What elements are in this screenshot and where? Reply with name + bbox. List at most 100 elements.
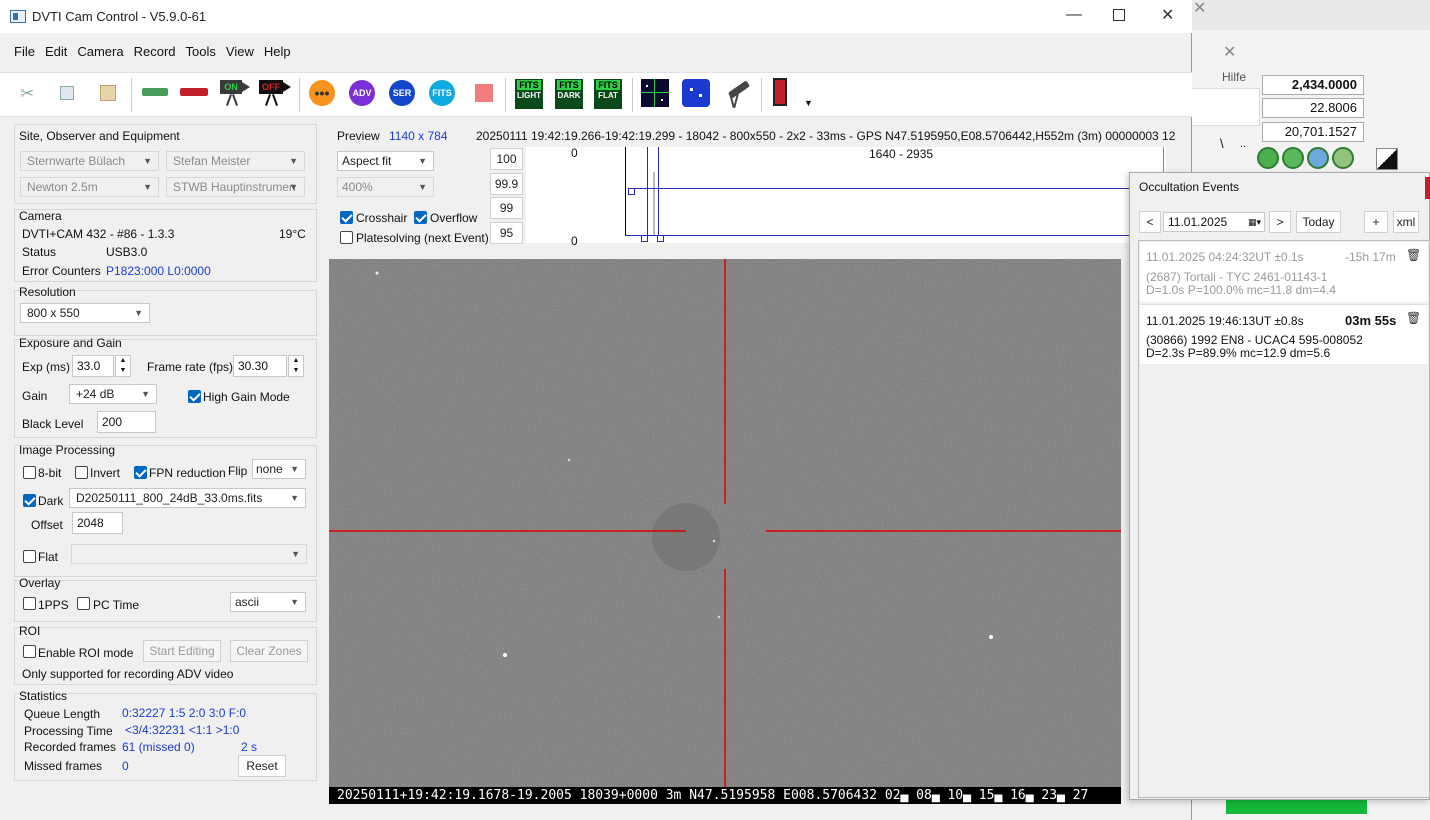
menu-tools[interactable]: Tools (186, 44, 216, 59)
next-date-button[interactable]: > (1269, 211, 1291, 233)
instrument-select[interactable]: STWB Hauptinstrumen ▼ (166, 177, 305, 197)
flip-select[interactable]: none ▼ (252, 459, 306, 479)
instrument-value: STWB Hauptinstrumen (173, 180, 296, 194)
clear-zones-button[interactable]: Clear Zones (230, 640, 308, 662)
dark-checkbox[interactable] (23, 494, 36, 507)
pc-time-checkbox[interactable] (77, 597, 90, 610)
minimize-icon[interactable]: — (1066, 6, 1082, 24)
xml-button[interactable]: xml (1393, 211, 1419, 233)
menu-view[interactable]: View (226, 44, 254, 59)
fpn-reduction-checkbox[interactable] (134, 466, 147, 479)
prev-date-button[interactable]: < (1139, 211, 1161, 233)
date-input[interactable]: 11.01.2025 ▦▾ (1163, 212, 1265, 232)
offset-input[interactable]: 2048 (72, 512, 123, 534)
camera-preview[interactable] (329, 259, 1121, 804)
maximize-icon[interactable] (1113, 9, 1125, 21)
close-icon[interactable]: ✕ (1161, 5, 1174, 25)
camera-off-icon[interactable]: OFF (259, 80, 291, 106)
dark-file-select[interactable]: D20250111_800_24dB_33.0ms.fits ▼ (69, 488, 306, 508)
high-gain-checkbox[interactable] (188, 390, 201, 403)
enable-roi-checkbox[interactable] (23, 645, 36, 658)
trash-icon[interactable]: 🗑 (1406, 248, 1421, 262)
frame-rate-stepper[interactable]: ▲ ▼ (288, 355, 304, 377)
copy-icon[interactable] (60, 86, 74, 100)
telescope-icon[interactable] (722, 80, 751, 109)
contrast-icon[interactable] (1376, 148, 1398, 170)
overflow-checkbox[interactable] (414, 211, 427, 224)
starfield-icon[interactable] (641, 79, 669, 107)
zoom-in-icon[interactable] (1257, 147, 1279, 169)
zoom-fit-icon[interactable] (1332, 147, 1354, 169)
chevron-down-icon: ▼ (289, 156, 298, 166)
occultation-close-icon[interactable] (1425, 177, 1430, 199)
fits-dark-button[interactable]: FITS DARK (555, 79, 583, 109)
level-95-button[interactable]: 95 (490, 222, 523, 244)
record-ser-button[interactable]: SER (389, 80, 415, 106)
exposure-input[interactable]: 33.0 (72, 355, 114, 377)
exposure-stepper[interactable]: ▲ ▼ (115, 355, 131, 377)
overlay-mode-select[interactable]: ascii ▼ (230, 592, 306, 612)
menu-file[interactable]: File (14, 44, 35, 59)
add-event-button[interactable]: + (1364, 211, 1388, 233)
chip-icon[interactable] (773, 78, 787, 106)
calendar-icon[interactable]: ▦▾ (1248, 213, 1261, 231)
histogram-left-axis (625, 147, 626, 235)
level-99-button[interactable]: 99 (490, 197, 523, 219)
cut-icon[interactable]: ✂ (20, 84, 34, 104)
menu-help[interactable]: Help (264, 44, 291, 59)
fits-flat-button[interactable]: FITS FLAT (594, 79, 622, 109)
toolbar-separator (131, 78, 132, 112)
frame-rate-input[interactable]: 30.30 (233, 355, 287, 377)
background-help-menu[interactable]: Hilfe (1222, 70, 1246, 84)
occultation-event-past[interactable]: 11.01.2025 04:24:32UT ±0.1s -15h 17m 🗑 (… (1140, 242, 1428, 302)
menu-record[interactable]: Record (134, 44, 176, 59)
8bit-checkbox[interactable] (23, 466, 36, 479)
black-level-input[interactable]: 200 (97, 411, 156, 433)
histogram-low-handle[interactable] (641, 235, 648, 242)
stop-icon[interactable] (475, 84, 493, 102)
invert-checkbox[interactable] (75, 466, 88, 479)
menu-camera[interactable]: Camera (77, 44, 123, 59)
telescope-select[interactable]: Newton 2.5m ▼ (20, 177, 159, 197)
platesolve-icon[interactable] (682, 79, 710, 107)
record-adv-button[interactable]: ADV (349, 80, 375, 106)
event-params: D=2.3s P=89.9% mc=12.9 dm=5.6 (1146, 346, 1331, 360)
background-close-icon[interactable]: ✕ (1193, 0, 1206, 18)
level-99-9-button[interactable]: 99.9 (490, 173, 523, 195)
event-time: 11.01.2025 19:46:13UT ±0.8s (1146, 314, 1304, 328)
occultation-event-next[interactable]: 11.01.2025 19:46:13UT ±0.8s 03m 55s 🗑 (3… (1140, 304, 1428, 364)
level-100-button[interactable]: 100 (490, 148, 523, 170)
start-editing-button[interactable]: Start Editing (143, 640, 221, 662)
platesolving-checkbox[interactable] (340, 231, 353, 244)
record-options-icon[interactable]: ••• (309, 80, 335, 106)
gain-select[interactable]: +24 dB ▼ (69, 384, 157, 404)
flat-checkbox[interactable] (23, 550, 36, 563)
site-select[interactable]: Sternwarte Bülach ▼ (20, 151, 159, 171)
trash-icon[interactable]: 🗑 (1406, 311, 1421, 325)
background-close-icon-2[interactable]: ✕ (1223, 42, 1236, 62)
zoom-reset-icon[interactable] (1307, 147, 1329, 169)
flat-file-select[interactable]: ▼ (71, 544, 307, 564)
menu-edit[interactable]: Edit (45, 44, 67, 59)
histogram-handle[interactable] (628, 188, 635, 195)
histogram-high-marker[interactable] (658, 147, 659, 235)
paste-icon[interactable] (100, 85, 116, 101)
record-fits-button[interactable]: FITS (429, 80, 455, 106)
histogram[interactable] (526, 147, 1166, 243)
crosshair-checkbox[interactable] (340, 211, 353, 224)
zoom-out-icon[interactable] (1282, 147, 1304, 169)
1pps-checkbox[interactable] (23, 597, 36, 610)
reset-button[interactable]: Reset (238, 755, 286, 777)
zoom-select[interactable]: 400% ▼ (337, 177, 434, 197)
resolution-select[interactable]: 800 x 550 ▼ (20, 303, 150, 323)
histogram-low-marker[interactable] (647, 147, 648, 235)
connect-icon[interactable] (142, 88, 168, 96)
observer-select[interactable]: Stefan Meister ▼ (166, 151, 305, 171)
toolbar-dropdown-icon[interactable]: ▼ (804, 98, 813, 108)
aspect-fit-select[interactable]: Aspect fit ▼ (337, 151, 434, 171)
histogram-high-handle[interactable] (657, 235, 664, 242)
today-button[interactable]: Today (1296, 211, 1341, 233)
camera-on-icon[interactable]: ON (220, 80, 250, 106)
disconnect-icon[interactable] (180, 88, 208, 96)
fits-light-button[interactable]: FITS LIGHT (515, 79, 543, 109)
